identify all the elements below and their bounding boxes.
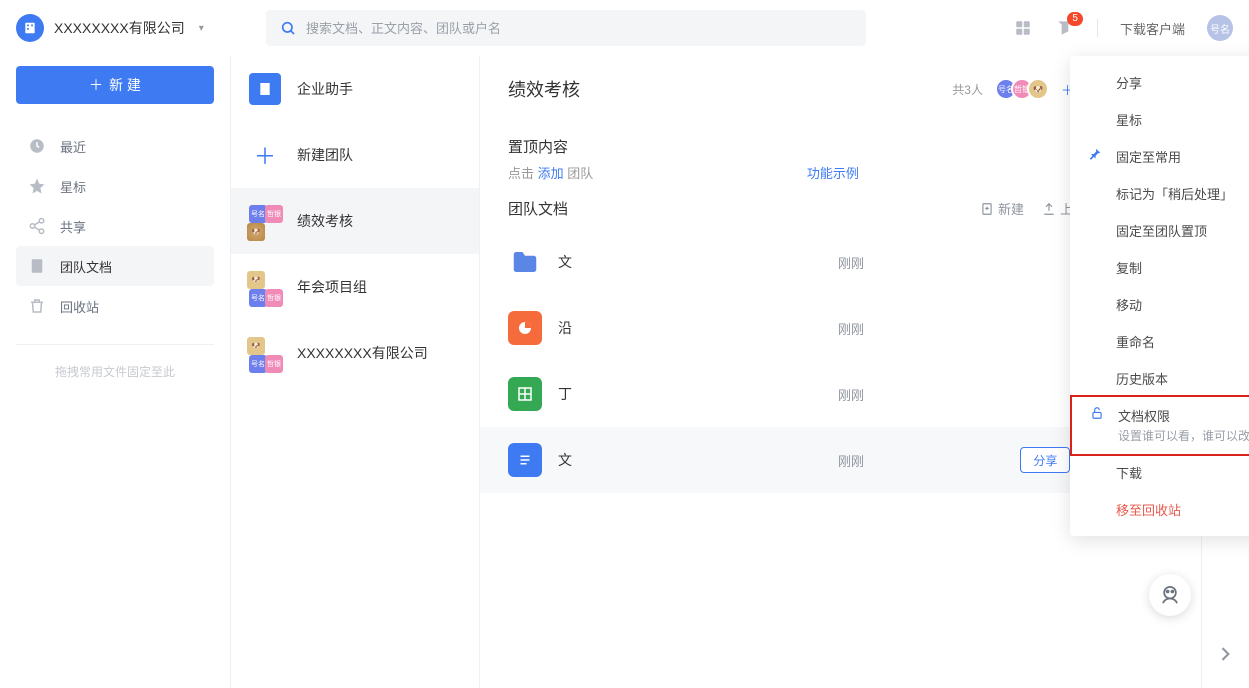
nav-label: 最近 [60, 137, 86, 156]
header-right: 5 下载客户端 号名 [1013, 15, 1233, 41]
share-count: 共3人 [952, 81, 983, 98]
feature-example-link[interactable]: 功能示例 [807, 166, 859, 181]
brand-logo-icon [16, 14, 44, 42]
ctx-label: 文档权限 [1118, 409, 1170, 424]
nav-shared[interactable]: 共享 [16, 206, 214, 246]
nav-label: 团队文档 [60, 257, 112, 276]
sub-text: 团队 [567, 166, 593, 181]
divider [16, 344, 214, 345]
search-icon [280, 20, 296, 36]
presentation-icon [508, 311, 542, 345]
team-avatars: 🐶号名哲银 [249, 337, 281, 369]
nav-label: 共享 [60, 217, 86, 236]
nav-starred[interactable]: 星标 [16, 166, 214, 206]
brand-selector[interactable]: XXXXXXXX有限公司 ▾ [16, 14, 246, 42]
apps-icon[interactable] [1013, 18, 1033, 38]
star-icon [28, 177, 46, 195]
folder-icon [508, 245, 542, 279]
team-avatars: 号名哲银🐶 [249, 205, 281, 237]
doc-time: 刚刚 [838, 319, 938, 338]
building-icon [28, 257, 46, 275]
page-title: 绩效考核 [508, 76, 580, 102]
nav-hint: 拖拽常用文件固定至此 [16, 363, 214, 380]
ctx-sublabel: 设置谁可以看，谁可以改 [1118, 427, 1249, 444]
share-icon [28, 217, 46, 235]
nav-label: 星标 [60, 177, 86, 196]
new-button[interactable]: ＋ 新 建 [16, 66, 214, 104]
ctx-share[interactable]: 分享 [1070, 64, 1249, 101]
team-assistant[interactable]: 企业助手 [231, 56, 479, 122]
team-avatars: 🐶号名哲银 [249, 271, 281, 303]
team-label: 企业助手 [297, 79, 353, 99]
ctx-history[interactable]: 历史版本 [1070, 360, 1249, 397]
ctx-download[interactable]: 下载 [1070, 454, 1249, 491]
left-nav: ＋ 新 建 最近 星标 共享 团队文档 回收站 拖拽常用文件固定至此 [0, 56, 230, 688]
team-label: XXXXXXXX有限公司 [297, 343, 428, 363]
pin-icon [1088, 147, 1102, 161]
main-content: 绩效考核 共3人 号名哲银🐶 ＋ 邀请同事 置顶内容 点击 添加 团队 功能示例 [480, 56, 1201, 688]
new-doc-button[interactable]: 新建 [980, 199, 1024, 218]
team-label: 绩效考核 [297, 211, 353, 231]
building-icon [249, 73, 281, 105]
app-header: XXXXXXXX有限公司 ▾ 5 下载客户端 号名 [0, 0, 1249, 56]
brand-name: XXXXXXXX有限公司 [54, 18, 185, 38]
doc-name: 文 [558, 252, 758, 272]
user-avatar[interactable]: 号名 [1207, 15, 1233, 41]
add-link[interactable]: 添加 [538, 166, 564, 181]
team-label: 新建团队 [297, 145, 353, 165]
ctx-label: 固定至常用 [1116, 150, 1181, 165]
ctx-move[interactable]: 移动 [1070, 286, 1249, 323]
clock-icon [28, 137, 46, 155]
doc-name: 沿 [558, 318, 758, 338]
team-project[interactable]: 🐶号名哲银 年会项目组 [231, 254, 479, 320]
divider [1097, 19, 1098, 37]
lock-icon [1090, 406, 1104, 420]
ctx-pin-team[interactable]: 固定至团队置顶 [1070, 212, 1249, 249]
doc-name: 丁 [558, 384, 758, 404]
team-new[interactable]: ＋ 新建团队 [231, 122, 479, 188]
share-button[interactable]: 分享 [1020, 447, 1070, 473]
nav-team-docs[interactable]: 团队文档 [16, 246, 214, 286]
ctx-pin-frequent[interactable]: 固定至常用 [1070, 138, 1249, 175]
ctx-permissions[interactable]: 文档权限 设置谁可以看，谁可以改 [1070, 395, 1249, 456]
team-label: 年会项目组 [297, 277, 367, 297]
ctx-rename[interactable]: 重命名 [1070, 323, 1249, 360]
notification-badge: 5 [1067, 12, 1083, 26]
nav-trash[interactable]: 回收站 [16, 286, 214, 326]
sub-text: 点击 [508, 166, 534, 181]
notification-icon[interactable]: 5 [1055, 18, 1075, 38]
search-bar[interactable] [266, 10, 866, 46]
caret-down-icon: ▾ [199, 23, 204, 34]
context-menu: 分享 星标 固定至常用 标记为「稍后处理」 固定至团队置顶 复制 移动 重命名 … [1070, 56, 1249, 536]
trash-icon [28, 297, 46, 315]
ctx-mark-later[interactable]: 标记为「稍后处理」 [1070, 175, 1249, 212]
nav-recent[interactable]: 最近 [16, 126, 214, 166]
assistant-fab[interactable] [1149, 574, 1191, 616]
plus-icon: ＋ [89, 75, 103, 95]
document-icon [508, 443, 542, 477]
action-label: 新建 [998, 199, 1024, 218]
ctx-star[interactable]: 星标 [1070, 101, 1249, 138]
ctx-trash[interactable]: 移至回收站 [1070, 491, 1249, 528]
search-input[interactable] [306, 21, 852, 36]
team-list: 企业助手 ＋ 新建团队 号名哲银🐶 绩效考核 🐶号名哲银 年会项目组 [230, 56, 480, 688]
doc-name: 文 [558, 450, 758, 470]
doc-time: 刚刚 [838, 385, 938, 404]
member-avatars[interactable]: 号名哲银🐶 [995, 78, 1049, 100]
doc-time: 刚刚 [838, 253, 938, 272]
team-performance[interactable]: 号名哲银🐶 绩效考核 [231, 188, 479, 254]
spreadsheet-icon [508, 377, 542, 411]
new-button-label: 新 建 [109, 75, 141, 95]
doc-time: 刚刚 [838, 451, 938, 470]
ctx-copy[interactable]: 复制 [1070, 249, 1249, 286]
team-company[interactable]: 🐶号名哲银 XXXXXXXX有限公司 [231, 320, 479, 386]
chevron-right-icon[interactable] [1215, 644, 1235, 664]
nav-label: 回收站 [60, 297, 99, 316]
download-client-link[interactable]: 下载客户端 [1120, 19, 1185, 38]
plus-icon: ＋ [249, 139, 281, 171]
docs-title: 团队文档 [508, 198, 568, 219]
